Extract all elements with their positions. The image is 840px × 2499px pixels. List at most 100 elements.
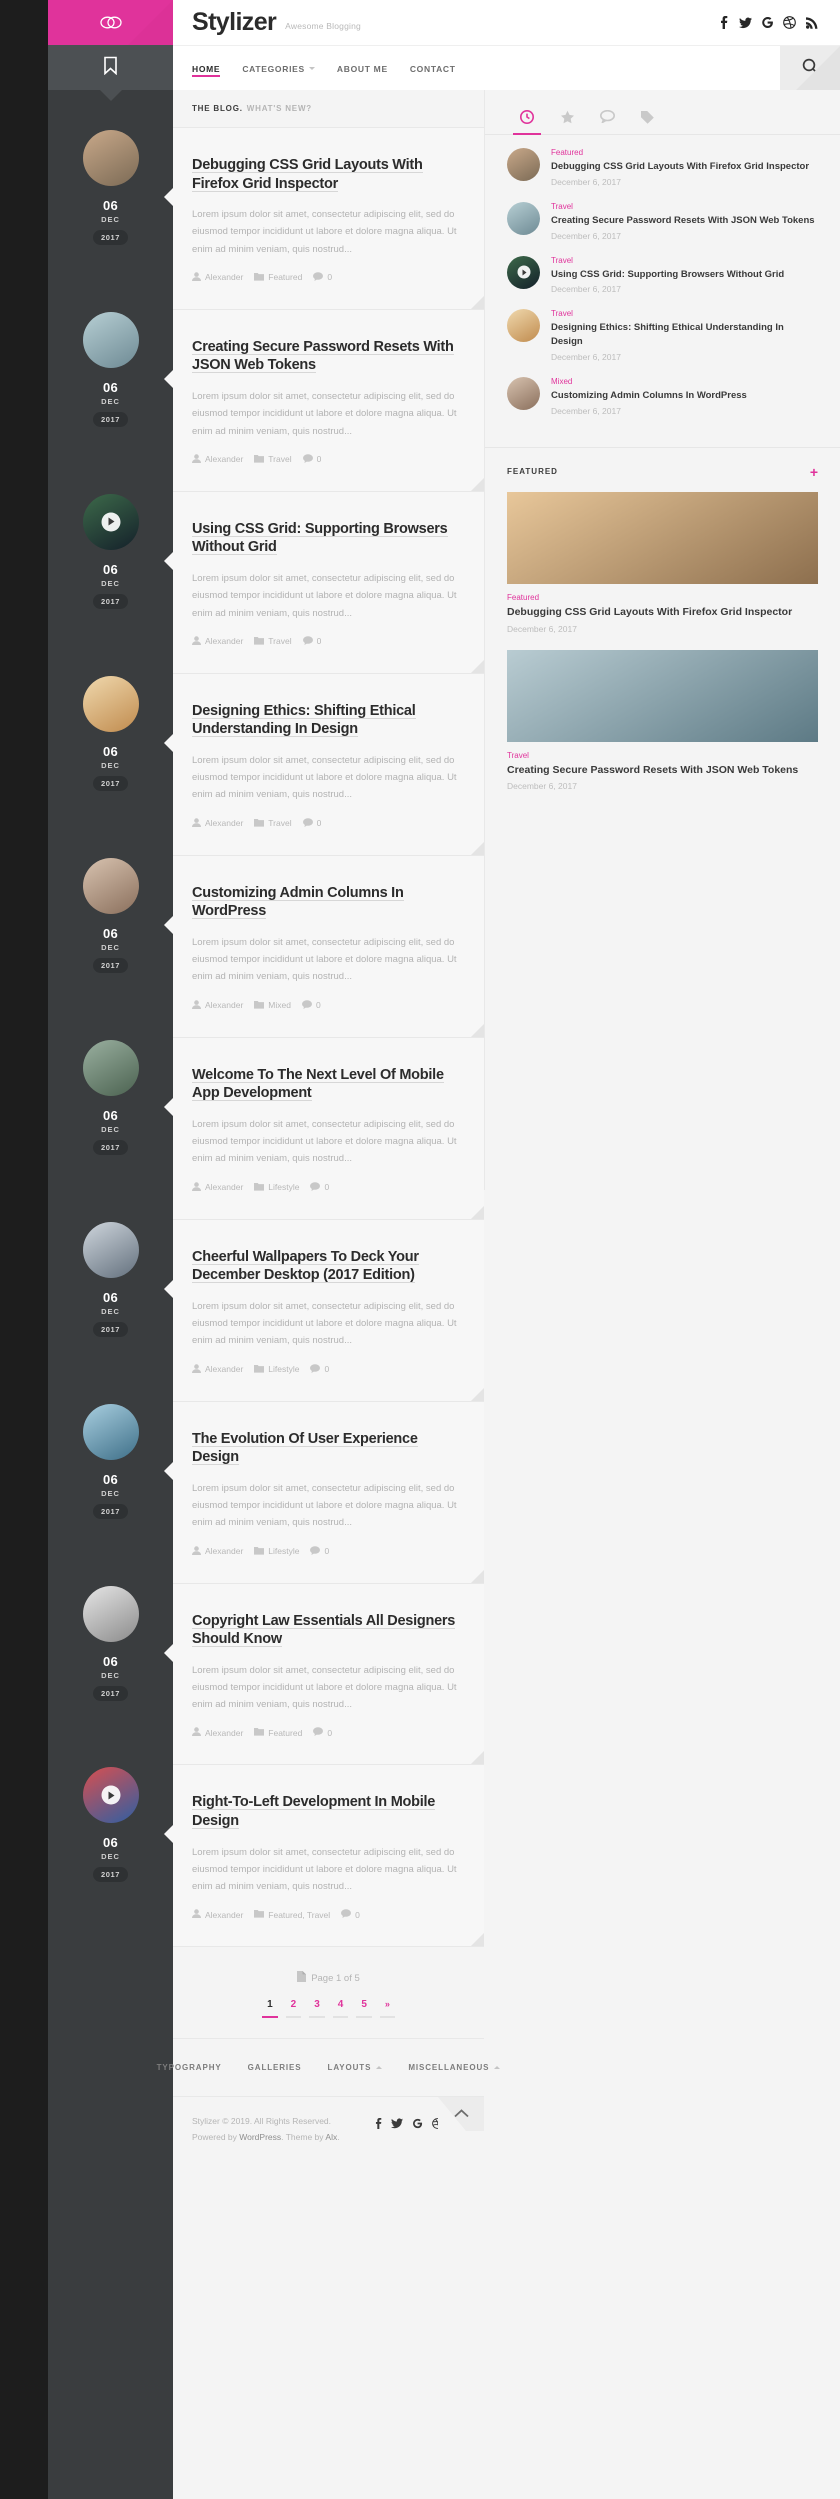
post-card[interactable]: Customizing Admin Columns In WordPress Lo… [164, 855, 484, 1038]
recent-post-item[interactable]: Travel Designing Ethics: Shifting Ethical… [507, 309, 818, 362]
featured-card-title[interactable]: Creating Secure Password Resets With JSO… [507, 763, 818, 778]
search-button[interactable] [780, 46, 840, 90]
post-author[interactable]: Alexander [192, 1363, 243, 1375]
post-category[interactable]: Lifestyle [254, 1364, 299, 1375]
google-icon[interactable] [761, 16, 774, 30]
post-title[interactable]: Cheerful Wallpapers To Deck Your Decembe… [192, 1248, 462, 1285]
pagination-page-3[interactable]: 3 [305, 1999, 329, 2019]
post-author[interactable]: Alexander [192, 1545, 243, 1557]
recent-post-title[interactable]: Designing Ethics: Shifting Ethical Under… [551, 321, 818, 349]
post-card[interactable]: Debugging CSS Grid Layouts With Firefox … [164, 128, 484, 310]
post-comments[interactable]: 0 [302, 818, 321, 829]
widget-tab-recent-clock[interactable] [507, 104, 547, 135]
post-title[interactable]: Debugging CSS Grid Layouts With Firefox … [192, 156, 462, 193]
timeline-thumbnail[interactable] [82, 675, 139, 732]
pagination-next[interactable]: » [376, 1999, 399, 2019]
featured-card[interactable]: Travel Creating Secure Password Resets Wi… [485, 649, 840, 808]
post-category[interactable]: Featured [254, 272, 302, 283]
post-author[interactable]: Alexander [192, 454, 243, 465]
featured-card-title[interactable]: Debugging CSS Grid Layouts With Firefox … [507, 605, 818, 620]
post-title[interactable]: Using CSS Grid: Supporting Browsers With… [192, 520, 462, 557]
google-icon[interactable] [412, 2118, 423, 2129]
post-author[interactable]: Alexander [192, 272, 243, 283]
post-title[interactable]: Welcome To The Next Level Of Mobile App … [192, 1066, 462, 1103]
recent-post-title[interactable]: Debugging CSS Grid Layouts With Firefox … [551, 160, 818, 174]
post-title[interactable]: Customizing Admin Columns In WordPress [192, 884, 462, 921]
footer-nav-galleries[interactable]: GALLERIES [248, 2063, 302, 2072]
nav-item-about-me[interactable]: ABOUT ME [337, 50, 399, 87]
timeline-thumbnail[interactable] [82, 857, 139, 914]
site-title[interactable]: Stylizer [192, 8, 277, 37]
post-author[interactable]: Alexander [192, 1909, 243, 1920]
wordpress-link[interactable]: WordPress [239, 2132, 281, 2142]
post-title[interactable]: The Evolution Of User Experience Design [192, 1430, 462, 1467]
timeline-entry[interactable]: 06 DEC 2017 [48, 311, 173, 427]
recent-post-item[interactable]: Featured Debugging CSS Grid Layouts With … [507, 148, 818, 187]
widget-tab-tags[interactable] [627, 104, 667, 134]
post-category[interactable]: Lifestyle [254, 1182, 299, 1193]
nav-item-home[interactable]: HOME [192, 50, 231, 87]
recent-post-title[interactable]: Using CSS Grid: Supporting Browsers With… [551, 268, 818, 282]
plus-icon[interactable]: + [810, 465, 818, 479]
post-card[interactable]: Welcome To The Next Level Of Mobile App … [164, 1037, 484, 1220]
alx-link[interactable]: Alx [325, 2132, 337, 2142]
post-author[interactable]: Alexander [192, 1727, 243, 1738]
timeline-entry[interactable]: 06 DEC 2017 [48, 1221, 173, 1337]
pagination-page-2[interactable]: 2 [282, 1999, 306, 2019]
play-icon[interactable] [101, 1785, 120, 1805]
post-category[interactable]: Featured, Travel [254, 1909, 330, 1920]
nav-item-categories[interactable]: CATEGORIES [242, 50, 326, 87]
timeline-thumbnail[interactable] [82, 1585, 139, 1642]
facebook-icon[interactable] [717, 16, 730, 30]
recent-post-item[interactable]: Mixed Customizing Admin Columns In WordPr… [507, 376, 818, 416]
recent-post-category[interactable]: Mixed [551, 377, 818, 386]
twitter-icon[interactable] [391, 2118, 403, 2129]
bookmark-button[interactable] [48, 45, 173, 90]
rss-icon[interactable] [805, 16, 818, 30]
timeline-entry[interactable]: 06 DEC 2017 [48, 1767, 173, 1883]
timeline-thumbnail[interactable] [82, 311, 139, 368]
post-card[interactable]: The Evolution Of User Experience Design L… [164, 1401, 484, 1584]
post-author[interactable]: Alexander [192, 1181, 243, 1193]
recent-post-category[interactable]: Travel [551, 202, 818, 211]
twitter-icon[interactable] [739, 16, 752, 30]
timeline-thumbnail[interactable] [82, 1221, 139, 1278]
widget-tab-comments[interactable] [587, 104, 627, 134]
post-category[interactable]: Mixed [254, 1000, 291, 1011]
post-category[interactable]: Travel [254, 818, 292, 829]
post-card[interactable]: Copyright Law Essentials All Designers S… [164, 1583, 484, 1766]
featured-card-category[interactable]: Travel [507, 751, 818, 760]
post-card[interactable]: Designing Ethics: Shifting Ethical Under… [164, 673, 484, 856]
post-comments[interactable]: 0 [310, 1181, 329, 1193]
play-icon[interactable] [101, 512, 120, 532]
timeline-entry[interactable]: 06 DEC 2017 [48, 1039, 173, 1155]
post-title[interactable]: Designing Ethics: Shifting Ethical Under… [192, 702, 462, 739]
timeline-entry[interactable]: 06 DEC 2017 [48, 675, 173, 791]
back-to-top-button[interactable] [438, 2097, 484, 2132]
timeline-entry[interactable]: 06 DEC 2017 [48, 1403, 173, 1519]
post-comments[interactable]: 0 [302, 636, 321, 647]
post-author[interactable]: Alexander [192, 999, 243, 1011]
post-comments[interactable]: 0 [313, 1727, 332, 1738]
timeline-entry[interactable]: 06 DEC 2017 [48, 493, 173, 609]
recent-post-item[interactable]: Travel Creating Secure Password Resets Wi… [507, 201, 818, 241]
post-category[interactable]: Featured [254, 1727, 302, 1738]
recent-post-title[interactable]: Creating Secure Password Resets With JSO… [551, 214, 818, 228]
post-card[interactable]: Creating Secure Password Resets With JSO… [164, 309, 484, 492]
timeline-thumbnail[interactable] [82, 493, 139, 550]
dribbble-icon[interactable] [783, 16, 796, 30]
timeline-entry[interactable]: 06 DEC 2017 [48, 1585, 173, 1701]
featured-card-category[interactable]: Featured [507, 593, 818, 602]
post-card[interactable]: Right-To-Left Development In Mobile Desi… [164, 1765, 484, 1948]
facebook-icon[interactable] [375, 2118, 382, 2130]
logo-tile[interactable] [48, 0, 173, 45]
post-author[interactable]: Alexander [192, 818, 243, 829]
recent-post-title[interactable]: Customizing Admin Columns In WordPress [551, 389, 818, 403]
footer-nav-layouts[interactable]: LAYOUTS [328, 2063, 383, 2072]
recent-post-category[interactable]: Travel [551, 309, 818, 318]
post-category[interactable]: Travel [254, 454, 292, 465]
pagination-page-5[interactable]: 5 [352, 1999, 376, 2019]
timeline-thumbnail[interactable] [82, 1403, 139, 1460]
recent-post-category[interactable]: Featured [551, 148, 818, 157]
post-card[interactable]: Cheerful Wallpapers To Deck Your Decembe… [164, 1219, 484, 1402]
